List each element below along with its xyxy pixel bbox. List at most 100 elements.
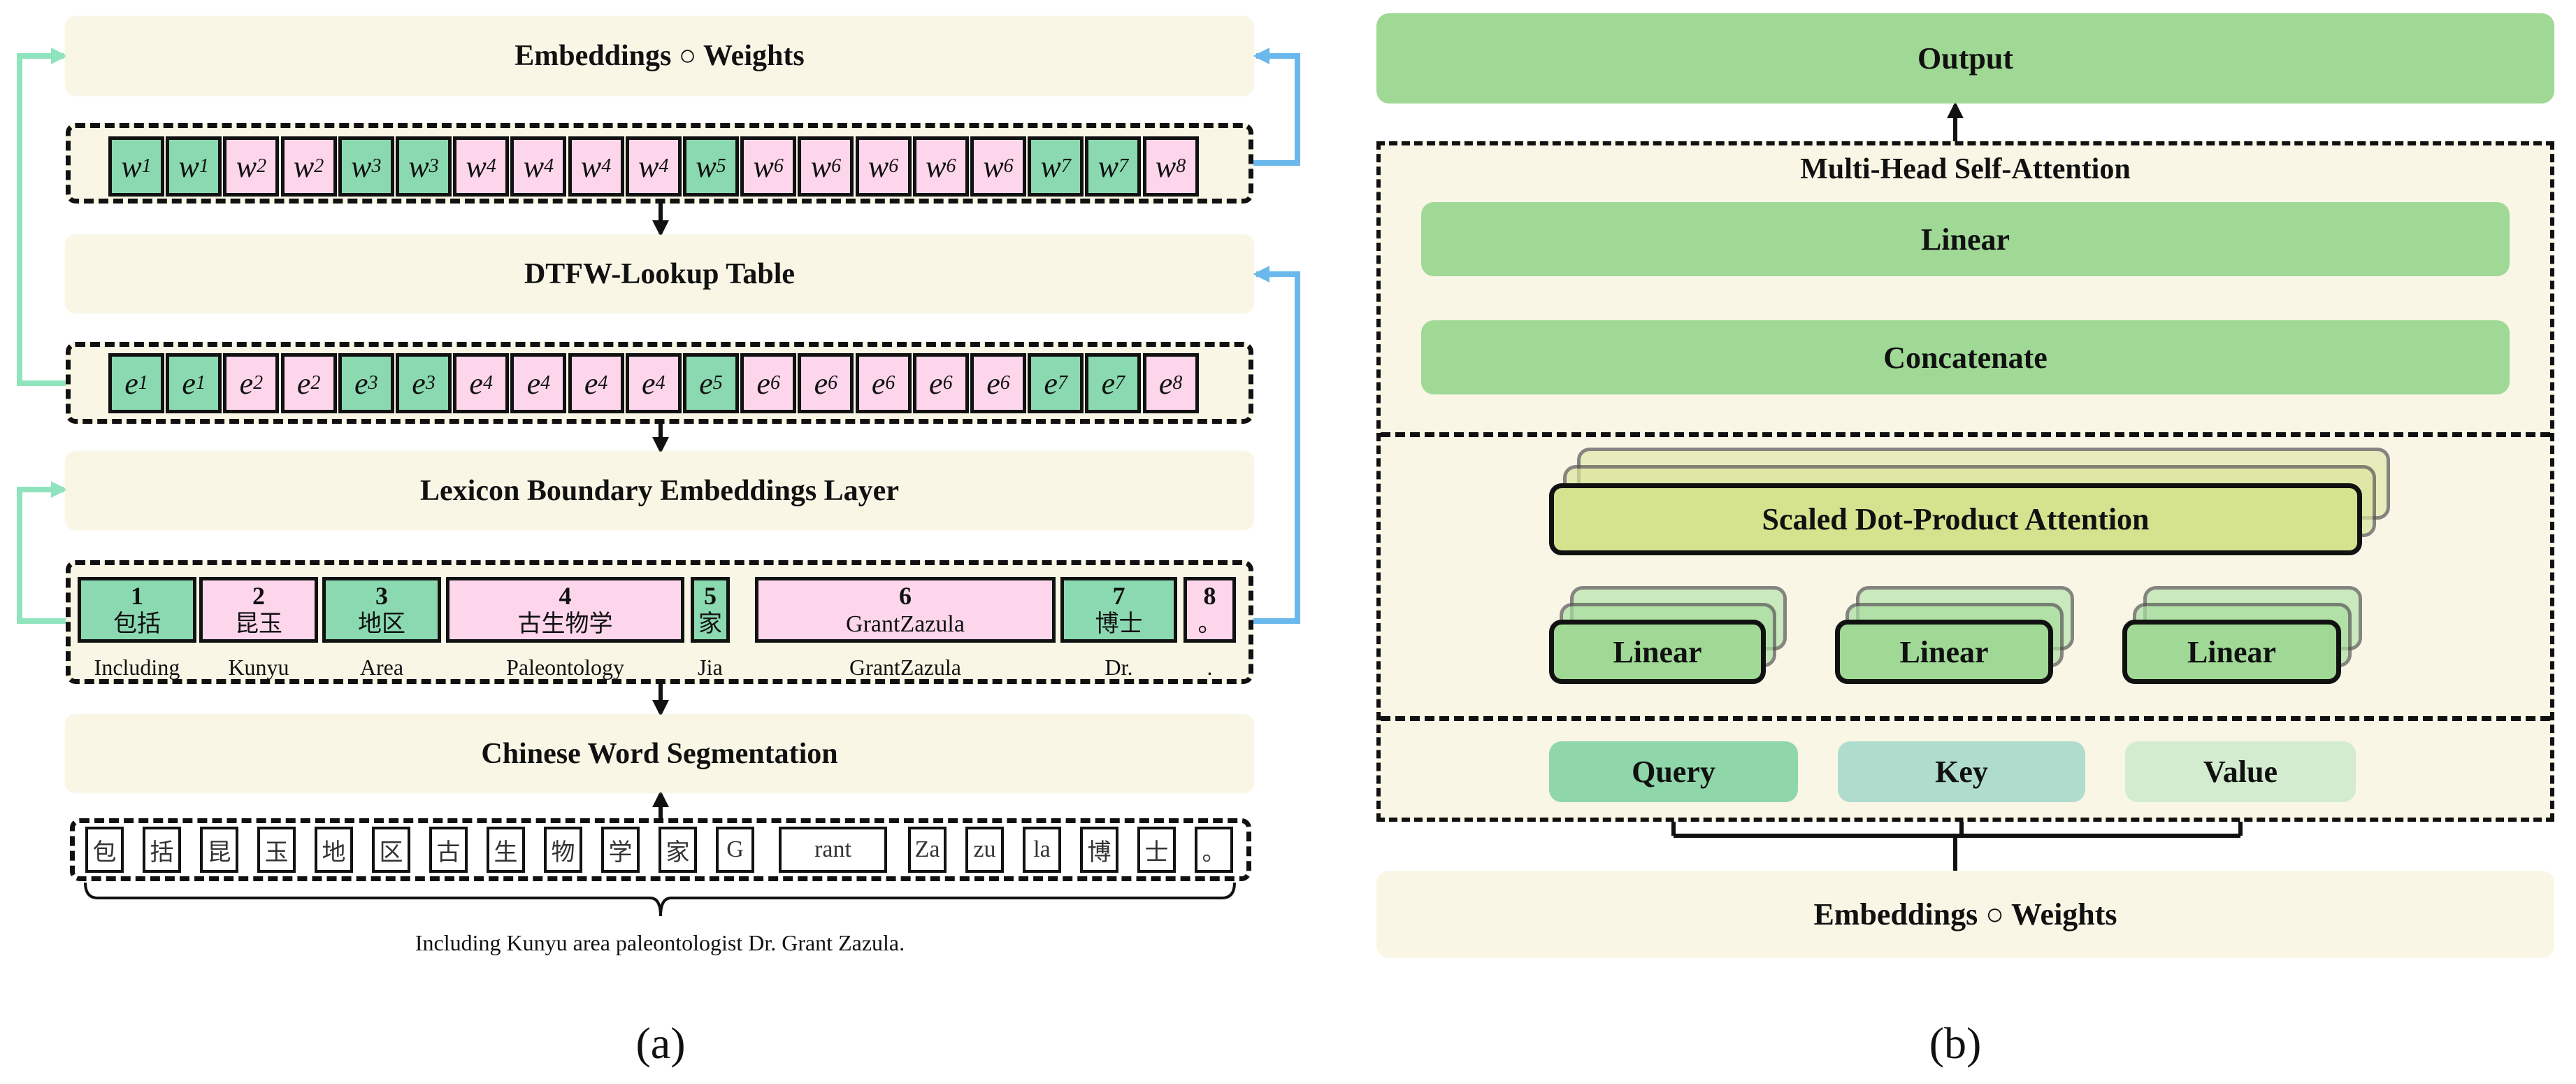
segment-cell: 7 博士 xyxy=(1060,577,1177,643)
segment-number: 3 xyxy=(375,581,388,610)
cell-variable: w xyxy=(638,149,659,184)
character-cell: 昆 xyxy=(200,827,238,873)
segment-word: 古生物学 xyxy=(517,611,613,638)
segment-gloss: Jia xyxy=(698,655,723,680)
cell-variable: w xyxy=(580,149,602,184)
character-cell: 地 xyxy=(315,827,353,873)
embedding-cell: e7 xyxy=(1028,353,1084,413)
segment-gloss: GrantZazula xyxy=(849,655,961,680)
character-row: 包括昆玉地区古生物学家 Grant Za zu la 博士。 xyxy=(70,818,1251,881)
weight-cell: w5 xyxy=(683,136,739,197)
cell-subscript: 3 xyxy=(425,372,436,394)
character-cell: la xyxy=(1023,827,1061,873)
segment-gloss: Including xyxy=(94,655,180,680)
segment-word: 博士 xyxy=(1095,611,1143,638)
character-cell: 包 xyxy=(85,827,124,873)
weight-cell: w7 xyxy=(1028,136,1084,197)
cell-variable: w xyxy=(753,149,774,184)
linear-projection-block: Linear xyxy=(2122,620,2341,684)
character-cell: 物 xyxy=(544,827,582,873)
embeddings-weights-input-block: Embeddings ○ Weights xyxy=(1376,871,2554,958)
weight-cell: w4 xyxy=(568,136,624,197)
segment-number: 2 xyxy=(252,581,265,610)
cell-subscript: 1 xyxy=(138,372,148,394)
cell-subscript: 3 xyxy=(368,372,378,394)
cell-variable: w xyxy=(466,149,487,184)
cell-variable: w xyxy=(178,149,199,184)
cell-variable: e xyxy=(412,366,426,401)
cell-variable: w xyxy=(926,149,947,184)
segment-cell: 5家 xyxy=(691,577,730,643)
value-block: Value xyxy=(2125,741,2356,802)
lexicon-boundary-embeddings-layer: Lexicon Boundary Embeddings Layer xyxy=(66,452,1253,529)
cell-variable: e xyxy=(642,366,656,401)
character-cell: 古 xyxy=(429,827,468,873)
segment-gloss: Paleontology xyxy=(506,655,624,680)
cell-subscript: 6 xyxy=(770,372,780,394)
segment-cell: 8。 xyxy=(1183,577,1236,643)
linear-output-block: Linear xyxy=(1421,202,2510,276)
cell-variable: w xyxy=(1098,149,1119,184)
cell-variable: e xyxy=(986,366,1000,401)
cell-subscript: 4 xyxy=(655,372,665,394)
cell-subscript: 3 xyxy=(429,155,439,177)
segment-gloss: . xyxy=(1207,655,1213,680)
cell-subscript: 4 xyxy=(601,155,612,177)
embedding-cell: e1 xyxy=(108,353,164,413)
cell-variable: e xyxy=(124,366,138,401)
cell-variable: e xyxy=(526,366,541,401)
cell-subscript: 1 xyxy=(141,155,152,177)
cell-subscript: 6 xyxy=(1000,372,1010,394)
embedding-cell: e6 xyxy=(855,353,912,413)
cell-subscript: 2 xyxy=(314,155,324,177)
character-cell: 括 xyxy=(143,827,181,873)
weights-row: w1w1w2w2w3w3w4w4w4w4w5w6w6w6w6w6w7w7w8 xyxy=(66,123,1253,204)
cell-variable: e xyxy=(584,366,598,401)
cell-subscript: 6 xyxy=(946,155,956,177)
character-cell: 玉 xyxy=(257,827,296,873)
cell-variable: e xyxy=(814,366,828,401)
cell-variable: w xyxy=(351,149,372,184)
cell-variable: e xyxy=(182,366,196,401)
output-block: Output xyxy=(1376,13,2554,104)
embedding-cell: e4 xyxy=(453,353,510,413)
cell-variable: w xyxy=(1155,149,1177,184)
embedding-cell: e2 xyxy=(223,353,280,413)
cell-variable: w xyxy=(810,149,832,184)
cell-subscript: 4 xyxy=(482,372,493,394)
embedding-cell: e5 xyxy=(683,353,739,413)
segment-cell: 1 包括 xyxy=(78,577,196,643)
cell-variable: w xyxy=(523,149,545,184)
segment-gloss: Kunyu xyxy=(228,655,289,680)
cell-variable: w xyxy=(868,149,889,184)
cell-subscript: 6 xyxy=(885,372,895,394)
segment-gloss: Dr. xyxy=(1104,655,1133,680)
embedding-cell: e3 xyxy=(338,353,394,413)
cell-variable: e xyxy=(296,366,311,401)
embedding-cell: e4 xyxy=(568,353,624,413)
segment-cell: 3 地区 xyxy=(322,577,441,643)
character-cell: 区 xyxy=(372,827,410,873)
cell-subscript: 4 xyxy=(544,155,554,177)
embedding-cell: e6 xyxy=(798,353,854,413)
segment-cell: 6 GrantZazula xyxy=(755,577,1056,643)
cell-subscript: 2 xyxy=(257,155,267,177)
character-cell: 博 xyxy=(1080,827,1118,873)
concatenate-block: Concatenate xyxy=(1421,320,2510,394)
brace xyxy=(84,882,1236,917)
segment-word: 地区 xyxy=(358,611,405,638)
segment-number: 1 xyxy=(131,581,143,610)
weight-cell: w1 xyxy=(108,136,164,197)
sentence-caption: Including Kunyu area paleontologist Dr. … xyxy=(415,930,905,955)
cell-subscript: 6 xyxy=(888,155,899,177)
segmentation-row: 1 包括 Including 2 昆玉 Kunyu 3 地区 Area 4 古生物学 Paleonto… xyxy=(66,560,1253,684)
cell-variable: e xyxy=(756,366,770,401)
embedding-cell: e3 xyxy=(396,353,452,413)
cell-subscript: 8 xyxy=(1176,155,1186,177)
divider xyxy=(1381,716,2550,721)
embeddings-weights-block: Embeddings ○ Weights xyxy=(66,17,1253,95)
embedding-cell: e4 xyxy=(510,353,567,413)
cell-subscript: 2 xyxy=(310,372,321,394)
segment-word: 包括 xyxy=(113,611,161,638)
character-cell: 学 xyxy=(601,827,640,873)
